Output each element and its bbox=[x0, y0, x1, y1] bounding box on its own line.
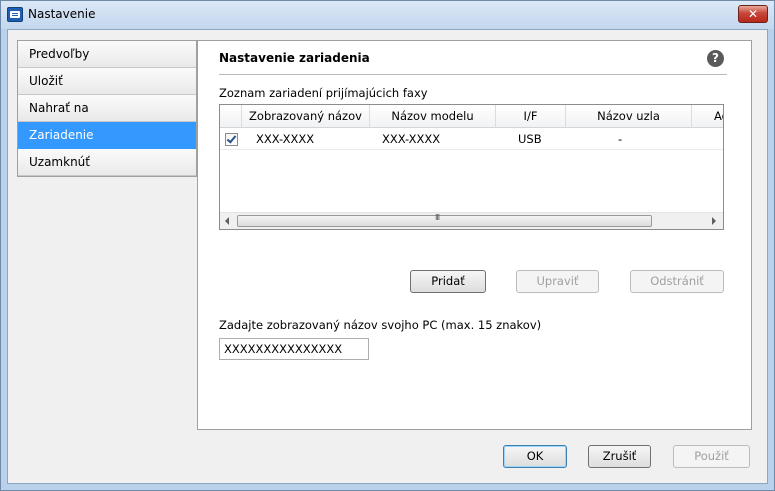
pc-name-label: Zadajte zobrazovaný názov svojho PC (max… bbox=[219, 318, 542, 332]
page-title: Nastavenie zariadenia bbox=[219, 51, 370, 65]
column-header-check[interactable] bbox=[220, 105, 242, 128]
column-header-address[interactable]: Ad bbox=[692, 105, 723, 128]
title-divider bbox=[219, 74, 727, 75]
sidebar: Predvoľby Uložiť Nahrať na Zariadenie Uz… bbox=[17, 40, 197, 177]
sidebar-item-upload[interactable]: Nahrať na bbox=[18, 95, 196, 122]
table-row[interactable]: XXX-XXXX XXX-XXXX USB - bbox=[220, 128, 723, 150]
sidebar-item-save[interactable]: Uložiť bbox=[18, 68, 196, 95]
scroll-left-icon[interactable] bbox=[225, 217, 229, 225]
device-model: XXX-XXXX bbox=[382, 132, 441, 146]
cancel-button[interactable]: Zrušiť bbox=[588, 445, 651, 468]
add-button[interactable]: Pridať bbox=[410, 270, 486, 293]
sidebar-item-lock[interactable]: Uzamknúť bbox=[18, 149, 196, 176]
device-list: Zobrazovaný názov Názov modelu I/F Názov… bbox=[219, 104, 724, 230]
sidebar-item-preferences[interactable]: Predvoľby bbox=[18, 41, 196, 68]
window-title: Nastavenie bbox=[28, 7, 96, 21]
pc-name-input[interactable] bbox=[219, 338, 369, 360]
column-header-model[interactable]: Názov modelu bbox=[370, 105, 496, 128]
thumb-grip-icon: III bbox=[435, 213, 440, 222]
settings-window-icon bbox=[7, 7, 23, 22]
device-display-name: XXX-XXXX bbox=[256, 132, 315, 146]
close-button[interactable]: ✕ bbox=[738, 5, 768, 23]
apply-button[interactable]: Použiť bbox=[673, 445, 750, 468]
checkmark-icon bbox=[226, 133, 237, 144]
device-settings-panel: Nastavenie zariadenia ? Zoznam zariadení… bbox=[197, 40, 752, 430]
scrollbar-thumb[interactable]: III bbox=[237, 213, 652, 227]
scroll-right-icon[interactable] bbox=[712, 217, 716, 225]
help-icon[interactable]: ? bbox=[707, 50, 724, 67]
device-list-label: Zoznam zariadení prijímajúcich faxy bbox=[219, 86, 428, 100]
column-header-node[interactable]: Názov uzla bbox=[566, 105, 692, 128]
device-node: - bbox=[618, 132, 623, 146]
dialog-body: Predvoľby Uložiť Nahrať na Zariadenie Uz… bbox=[7, 29, 768, 484]
column-header-interface[interactable]: I/F bbox=[496, 105, 566, 128]
title-bar[interactable]: Nastavenie ✕ bbox=[1, 1, 774, 29]
horizontal-scrollbar[interactable]: III bbox=[220, 212, 723, 229]
column-header-display-name[interactable]: Zobrazovaný názov bbox=[242, 105, 370, 128]
device-checkbox[interactable] bbox=[225, 133, 238, 146]
sidebar-item-device[interactable]: Zariadenie bbox=[18, 122, 196, 149]
close-icon: ✕ bbox=[747, 7, 759, 21]
edit-button[interactable]: Upraviť bbox=[516, 270, 599, 293]
settings-window: Nastavenie ✕ Predvoľby Uložiť Nahrať na … bbox=[0, 0, 775, 491]
ok-button[interactable]: OK bbox=[503, 445, 567, 468]
device-interface: USB bbox=[518, 132, 542, 146]
device-list-header: Zobrazovaný názov Názov modelu I/F Názov… bbox=[220, 105, 723, 128]
delete-button[interactable]: Odstrániť bbox=[630, 270, 724, 293]
